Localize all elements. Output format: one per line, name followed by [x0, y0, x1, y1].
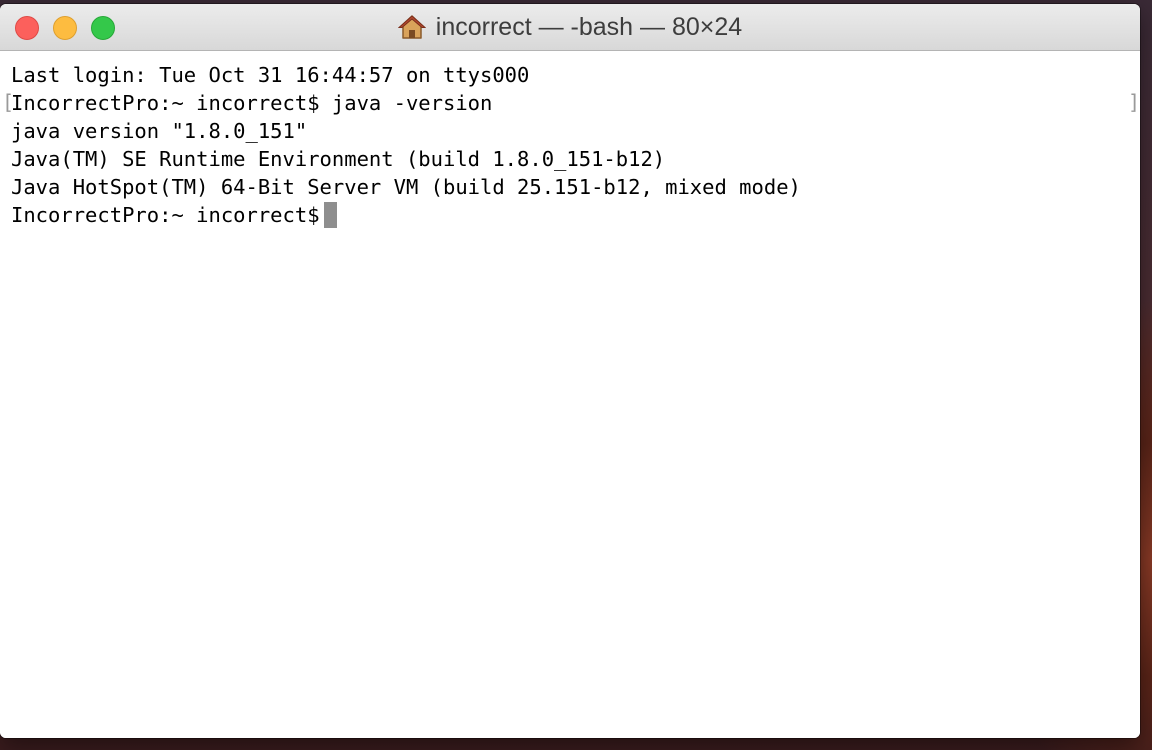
shell-prompt: IncorrectPro:~ incorrect$	[11, 203, 320, 227]
text-cursor	[323, 202, 337, 228]
terminal-output[interactable]: Last login: Tue Oct 31 16:44:57 on ttys0…	[0, 51, 1140, 738]
line-mark-left: [	[2, 90, 15, 114]
window-title: incorrect — -bash — 80×24	[435, 12, 743, 41]
terminal-line: java version "1.8.0_151"	[11, 119, 308, 143]
terminal-line: IncorrectPro:~ incorrect$ java -version	[11, 91, 493, 115]
terminal-window: incorrect — -bash — 80×24 Last login: Tu…	[0, 4, 1140, 738]
title-bar[interactable]: incorrect — -bash — 80×24	[0, 4, 1140, 51]
terminal-line: Last login: Tue Oct 31 16:44:57 on ttys0…	[11, 63, 530, 87]
line-mark-right: ]	[1128, 90, 1140, 114]
home-icon	[397, 15, 426, 39]
terminal-line: Java HotSpot(TM) 64-Bit Server VM (build…	[11, 175, 801, 199]
window-title-area: incorrect — -bash — 80×24	[0, 4, 1140, 50]
terminal-line: Java(TM) SE Runtime Environment (build 1…	[11, 147, 666, 171]
prompt-line: IncorrectPro:~ incorrect$	[11, 201, 1140, 229]
